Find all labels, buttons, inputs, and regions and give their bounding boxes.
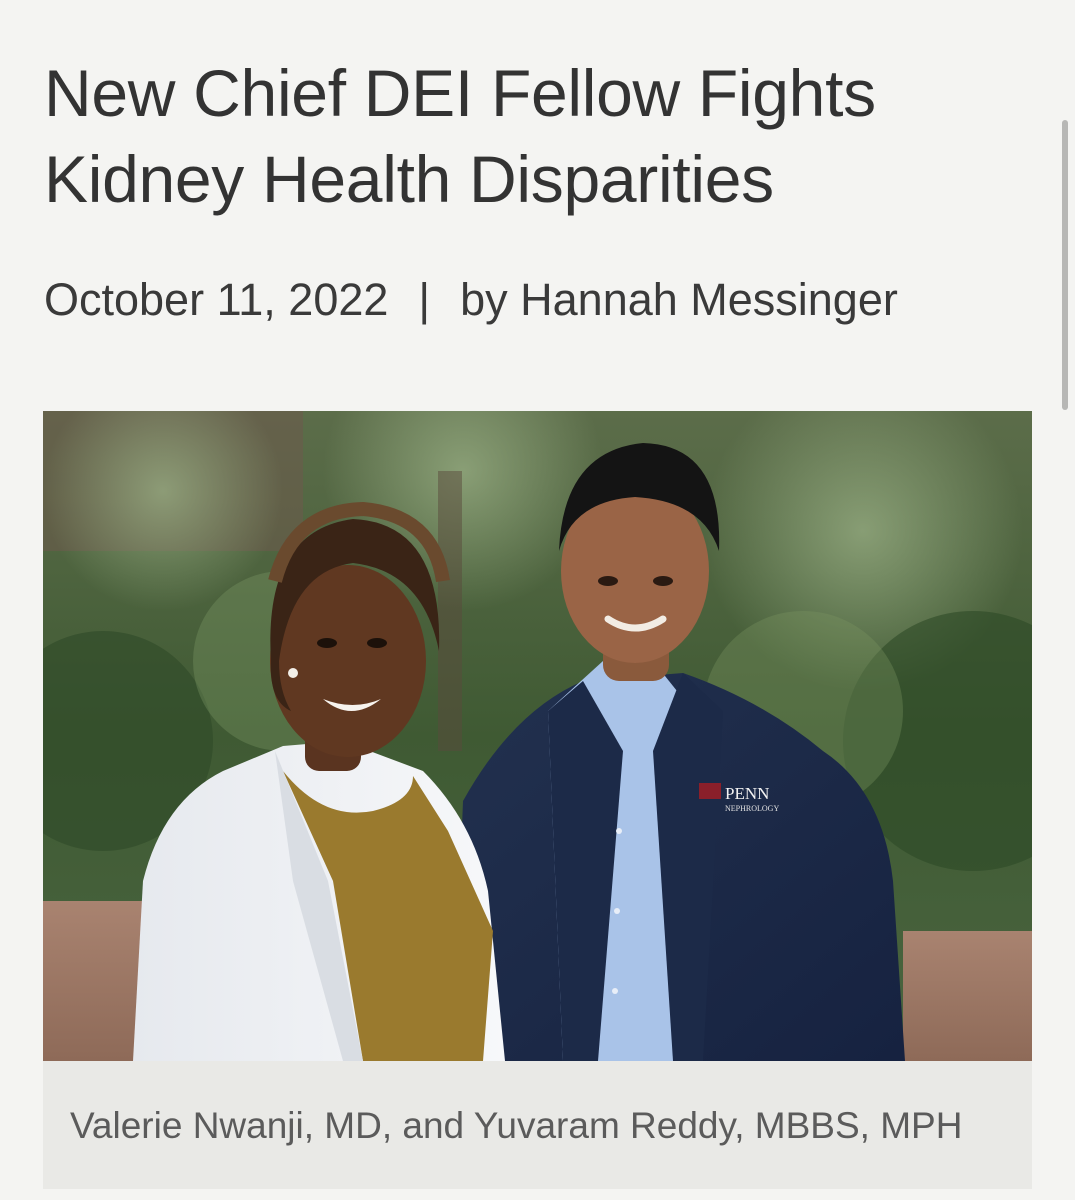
scrollbar[interactable] (1057, 0, 1075, 1200)
photo-illustration: PENN NEPHROLOGY (43, 411, 1032, 1061)
article-title: New Chief DEI Fellow Fights Kidney Healt… (44, 56, 876, 216)
article-page: New Chief DEI Fellow Fights Kidney Healt… (0, 0, 1075, 1200)
article-photo: PENN NEPHROLOGY (43, 411, 1032, 1061)
article-meta: October 11, 2022 | by Hannah Messinger (44, 272, 898, 328)
article-date: October 11, 2022 (44, 274, 389, 325)
article-figure: PENN NEPHROLOGY Valerie Nwanji, MD, and … (43, 411, 1032, 1189)
article-byline[interactable]: by Hannah Messinger (460, 274, 898, 325)
jacket-logo-text: PENN (725, 784, 769, 803)
photo-caption: Valerie Nwanji, MD, and Yuvaram Reddy, M… (43, 1061, 1032, 1189)
meta-separator: | (418, 274, 431, 325)
jacket-logo-subtext: NEPHROLOGY (725, 804, 779, 813)
scrollbar-thumb[interactable] (1062, 120, 1068, 410)
